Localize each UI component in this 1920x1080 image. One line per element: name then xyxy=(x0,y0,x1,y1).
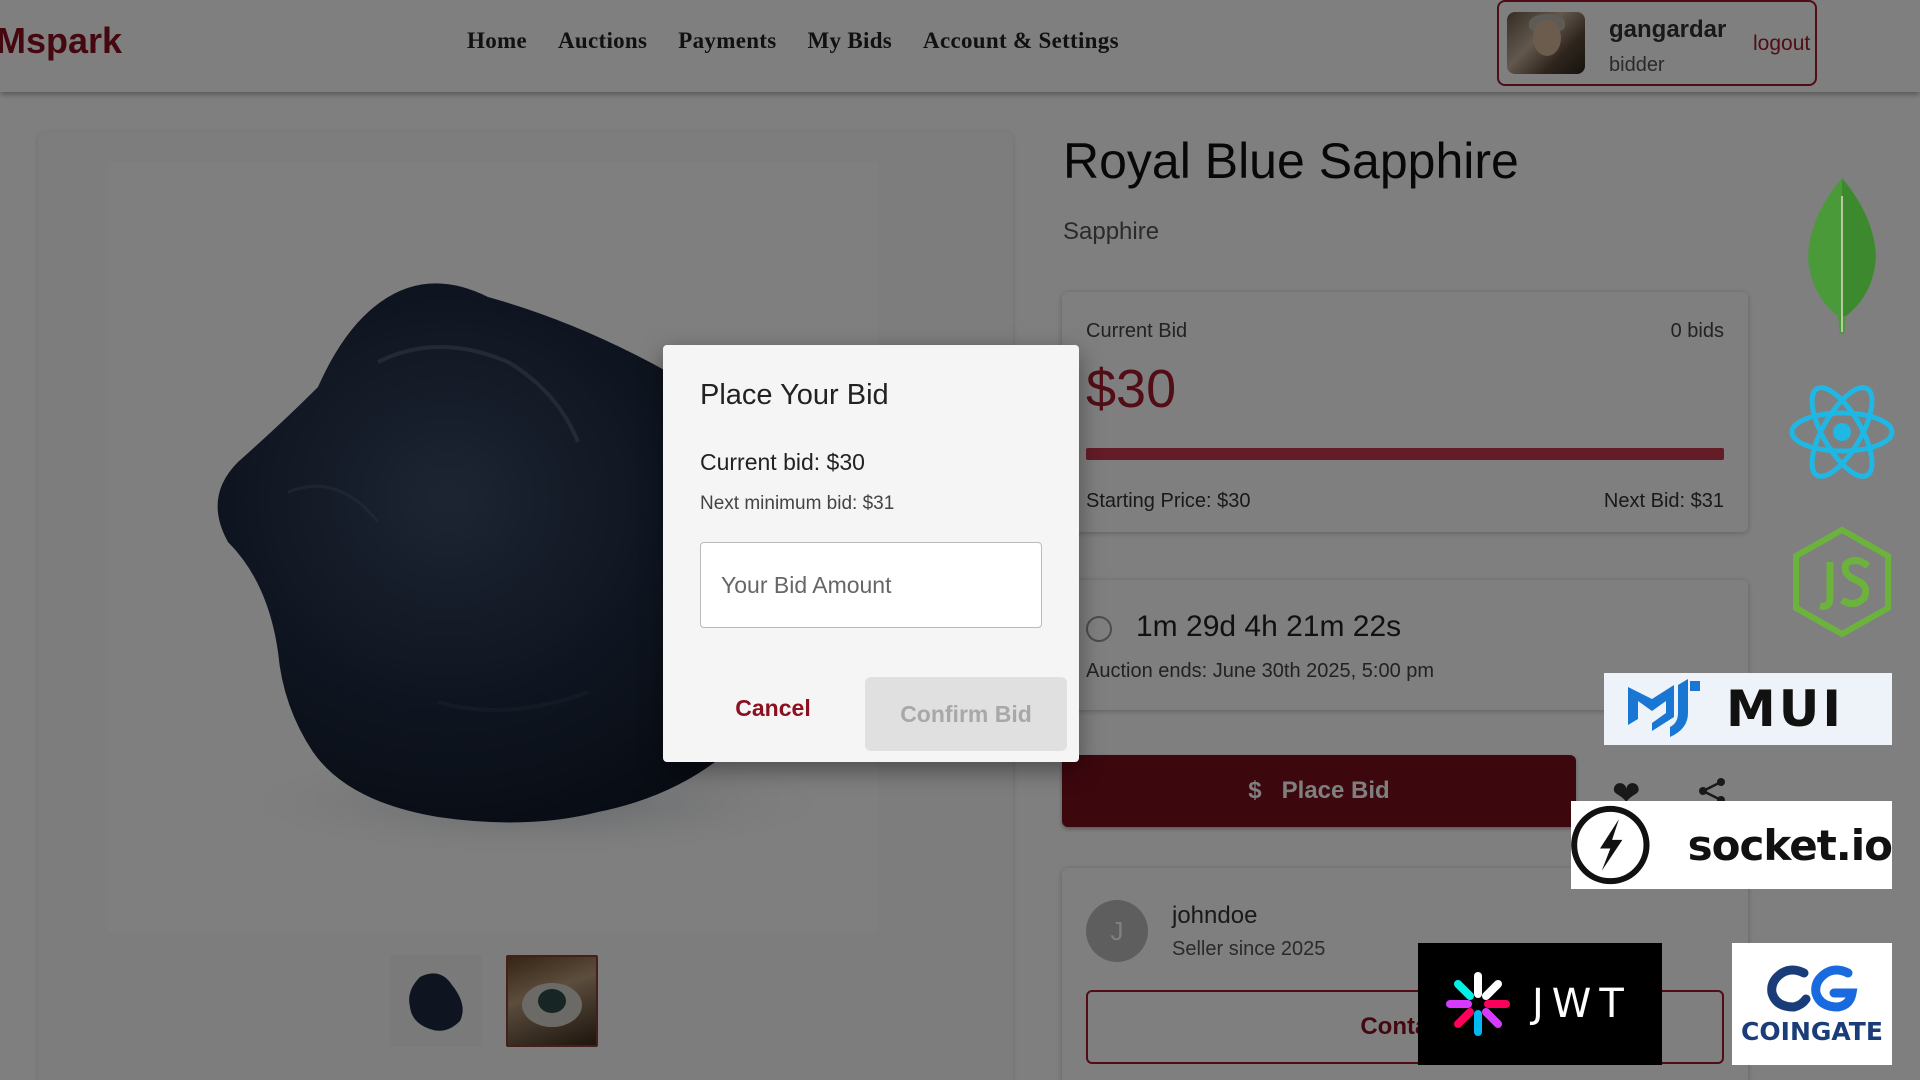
socketio-text: socket.io xyxy=(1687,820,1893,870)
cancel-button[interactable]: Cancel xyxy=(715,683,831,733)
mui-logo: MUI xyxy=(1604,673,1892,745)
coingate-logo: COINGATE xyxy=(1732,943,1892,1065)
confirm-bid-button: Confirm Bid xyxy=(865,677,1067,751)
react-logo xyxy=(1788,382,1896,487)
jwt-text: JWT xyxy=(1532,981,1632,1027)
place-bid-dialog: Place Your Bid Current bid: $30 Next min… xyxy=(663,345,1079,762)
jwt-burst-icon xyxy=(1446,972,1510,1036)
react-atom-icon xyxy=(1789,385,1895,479)
coingate-text: COINGATE xyxy=(1741,1016,1883,1046)
socketio-bolt-icon xyxy=(1571,805,1650,885)
mui-text: MUI xyxy=(1726,680,1844,738)
jwt-logo: JWT xyxy=(1418,943,1662,1065)
mongodb-logo xyxy=(1804,176,1880,341)
dialog-current-bid: Current bid: $30 xyxy=(700,449,865,475)
bid-amount-input[interactable] xyxy=(700,542,1042,628)
socketio-logo: socket.io xyxy=(1571,801,1893,889)
mongodb-leaf-icon xyxy=(1808,178,1876,334)
coingate-mark-icon xyxy=(1767,965,1858,1012)
nodejs-logo xyxy=(1790,526,1894,643)
nodejs-hexagon-icon xyxy=(1793,526,1891,638)
dialog-min-bid: Next minimum bid: $31 xyxy=(700,493,895,514)
mui-mark-icon xyxy=(1628,679,1700,737)
dialog-title: Place Your Bid xyxy=(700,379,889,411)
